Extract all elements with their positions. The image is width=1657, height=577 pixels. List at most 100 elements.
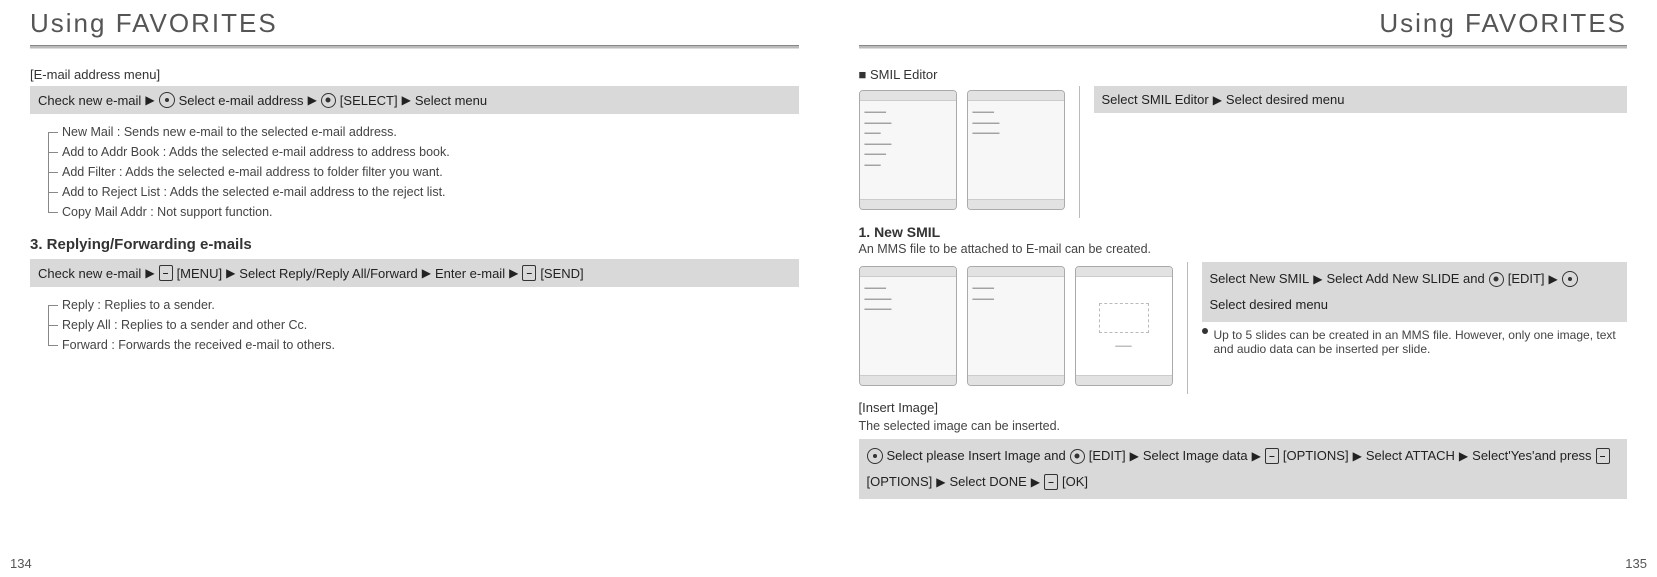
softkey-ok: [OK] bbox=[1062, 471, 1088, 493]
dpad-icon bbox=[867, 448, 883, 464]
phone-mock-footer bbox=[1076, 375, 1172, 385]
page-title-left: Using FAVORITES bbox=[30, 0, 799, 45]
list-item: Forward : Forwards the received e-mail t… bbox=[48, 335, 799, 355]
desc-new-smil: An MMS file to be attached to E-mail can… bbox=[859, 242, 1628, 256]
arrow-icon: ▶ bbox=[422, 266, 431, 280]
phone-mock-body: ▁▁▁▁▁▁▁▁▁▁▁▁▁▁ bbox=[968, 101, 1064, 199]
arrow-icon: ▶ bbox=[226, 266, 235, 280]
softkey-icon: – bbox=[1596, 448, 1610, 464]
dpad-icon bbox=[159, 92, 175, 108]
instruction-bar-new-smil: Select New SMIL ▶ Select Add New SLIDE a… bbox=[1202, 262, 1628, 322]
phone-mock-header bbox=[860, 267, 956, 277]
center-key-icon bbox=[1070, 449, 1085, 464]
softkey-icon: – bbox=[159, 265, 173, 281]
list-item: Reply All : Replies to a sender and othe… bbox=[48, 315, 799, 335]
phone-mock-header bbox=[860, 91, 956, 101]
phone-mock: ▁▁▁▁▁▁▁▁▁▁▁▁▁▁▁▁▁▁▁▁▁▁▁▁ bbox=[859, 90, 957, 210]
instruction-bar-smil: Select SMIL Editor ▶ Select desired menu bbox=[1094, 86, 1628, 113]
arrow-icon: ▶ bbox=[509, 266, 518, 280]
phone-mock-header bbox=[968, 267, 1064, 277]
arrow-icon: ▶ bbox=[308, 93, 317, 107]
vertical-separator bbox=[1187, 262, 1188, 394]
phone-mock-row: ▁▁▁▁▁▁▁▁▁▁▁▁▁▁▁▁▁▁▁▁▁▁▁▁ ▁▁▁▁▁▁▁▁▁▁▁▁▁▁ bbox=[859, 90, 1065, 210]
seg-select-done: Select DONE bbox=[949, 471, 1026, 493]
softkey-send: [SEND] bbox=[540, 266, 583, 281]
phone-mock-row: ▁▁▁▁▁▁▁▁▁▁▁▁▁▁ ▁▁▁▁▁▁▁▁ ▁▁▁ bbox=[859, 266, 1173, 386]
phone-mock-footer bbox=[860, 375, 956, 385]
phone-mock-body: ▁▁▁ bbox=[1076, 277, 1172, 375]
dpad-icon bbox=[1562, 271, 1578, 287]
page-right: Using FAVORITES ■ SMIL Editor ▁▁▁▁▁▁▁▁▁▁… bbox=[829, 0, 1657, 577]
phone-mock-body: ▁▁▁▁▁▁▁▁▁▁▁▁▁▁ bbox=[860, 277, 956, 375]
phone-mock: ▁▁▁▁▁▁▁▁ bbox=[967, 266, 1065, 386]
bullet-icon bbox=[1202, 328, 1208, 334]
page-number-left: 134 bbox=[10, 556, 32, 571]
seg-select-address: Select e-mail address bbox=[179, 93, 304, 108]
new-smil-row: ▁▁▁▁▁▁▁▁▁▁▁▁▁▁ ▁▁▁▁▁▁▁▁ ▁▁▁ bbox=[859, 262, 1628, 394]
arrow-icon: ▶ bbox=[1313, 269, 1322, 289]
center-key-icon bbox=[321, 93, 336, 108]
arrow-icon: ▶ bbox=[1031, 472, 1040, 492]
seg-select-reply: Select Reply/Reply All/Forward bbox=[239, 266, 417, 281]
instruction-bar-reply-forward: Check new e-mail ▶ – [MENU] ▶ Select Rep… bbox=[30, 259, 799, 287]
arrow-icon: ▶ bbox=[145, 93, 154, 107]
smil-editor-label: ■ SMIL Editor bbox=[859, 67, 1628, 82]
softkey-options: [OPTIONS] bbox=[1283, 445, 1349, 467]
softkey-icon: – bbox=[1044, 474, 1058, 490]
instruction-bar-email-menu: Check new e-mail ▶ Select e-mail address… bbox=[30, 86, 799, 114]
seg-check-new-email: Check new e-mail bbox=[38, 266, 141, 281]
vertical-separator bbox=[1079, 86, 1080, 218]
arrow-icon: ▶ bbox=[145, 266, 154, 280]
title-underline bbox=[30, 45, 799, 49]
softkey-icon: – bbox=[522, 265, 536, 281]
seg-select-new-smil: Select New SMIL bbox=[1210, 268, 1310, 290]
insert-image-label: [Insert Image] bbox=[859, 400, 1628, 415]
note-text: Up to 5 slides can be created in an MMS … bbox=[1214, 328, 1628, 356]
arrow-icon: ▶ bbox=[1213, 93, 1222, 107]
heading-new-smil: 1. New SMIL bbox=[859, 224, 1628, 240]
arrow-icon: ▶ bbox=[936, 472, 945, 492]
desc-insert-image: The selected image can be inserted. bbox=[859, 419, 1628, 433]
list-item: Copy Mail Addr : Not support function. bbox=[48, 202, 799, 222]
softkey-icon: – bbox=[1265, 448, 1279, 464]
seg-select-menu: Select desired menu bbox=[1210, 294, 1329, 316]
list-item: Add to Reject List : Adds the selected e… bbox=[48, 182, 799, 202]
phone-mock: ▁▁▁▁▁▁▁▁▁▁▁▁▁▁ bbox=[967, 90, 1065, 210]
softkey-edit: [EDIT] bbox=[1508, 268, 1545, 290]
seg-select-yes: Select'Yes'and press bbox=[1472, 445, 1591, 467]
seg-select-menu: Select desired menu bbox=[1226, 92, 1345, 107]
list-item: New Mail : Sends new e-mail to the selec… bbox=[48, 122, 799, 142]
seg-select-smil: Select SMIL Editor bbox=[1102, 92, 1209, 107]
page-number-right: 135 bbox=[1625, 556, 1647, 571]
email-menu-options-list: New Mail : Sends new e-mail to the selec… bbox=[48, 122, 799, 222]
arrow-icon: ▶ bbox=[1459, 446, 1468, 466]
phone-mock-header bbox=[968, 91, 1064, 101]
instruction-bar-insert-image: Select please Insert Image and [EDIT] ▶ … bbox=[859, 439, 1628, 499]
softkey-edit: [EDIT] bbox=[1089, 445, 1126, 467]
softkey-select: [SELECT] bbox=[340, 93, 398, 108]
arrow-icon: ▶ bbox=[402, 93, 411, 107]
softkey-options: [OPTIONS] bbox=[867, 471, 933, 493]
phone-mock-body: ▁▁▁▁▁▁▁▁▁▁▁▁▁▁▁▁▁▁▁▁▁▁▁▁ bbox=[860, 101, 956, 199]
title-underline bbox=[859, 45, 1628, 49]
arrow-icon: ▶ bbox=[1252, 446, 1261, 466]
phone-mock: ▁▁▁ bbox=[1075, 266, 1173, 386]
heading-reply-forward: 3. Replying/Forwarding e-mails bbox=[30, 236, 799, 253]
seg-select-menu: Select menu bbox=[415, 93, 487, 108]
list-item: Reply : Replies to a sender. bbox=[48, 295, 799, 315]
list-item: Add to Addr Book : Adds the selected e-m… bbox=[48, 142, 799, 162]
smil-editor-row: ▁▁▁▁▁▁▁▁▁▁▁▁▁▁▁▁▁▁▁▁▁▁▁▁ ▁▁▁▁▁▁▁▁▁▁▁▁▁▁ … bbox=[859, 86, 1628, 218]
seg-check-new-email: Check new e-mail bbox=[38, 93, 141, 108]
seg-insert-image: Select please Insert Image and bbox=[887, 445, 1066, 467]
phone-mock: ▁▁▁▁▁▁▁▁▁▁▁▁▁▁ bbox=[859, 266, 957, 386]
page-title-right: Using FAVORITES bbox=[859, 0, 1628, 45]
note-slides-limit: Up to 5 slides can be created in an MMS … bbox=[1202, 328, 1628, 356]
phone-mock-footer bbox=[968, 199, 1064, 209]
phone-mock-header bbox=[1076, 267, 1172, 277]
phone-mock-footer bbox=[968, 375, 1064, 385]
email-menu-label: [E-mail address menu] bbox=[30, 67, 799, 82]
reply-options-list: Reply : Replies to a sender. Reply All :… bbox=[48, 295, 799, 355]
arrow-icon: ▶ bbox=[1549, 269, 1558, 289]
softkey-menu: [MENU] bbox=[177, 266, 223, 281]
seg-select-image-data: Select Image data bbox=[1143, 445, 1248, 467]
